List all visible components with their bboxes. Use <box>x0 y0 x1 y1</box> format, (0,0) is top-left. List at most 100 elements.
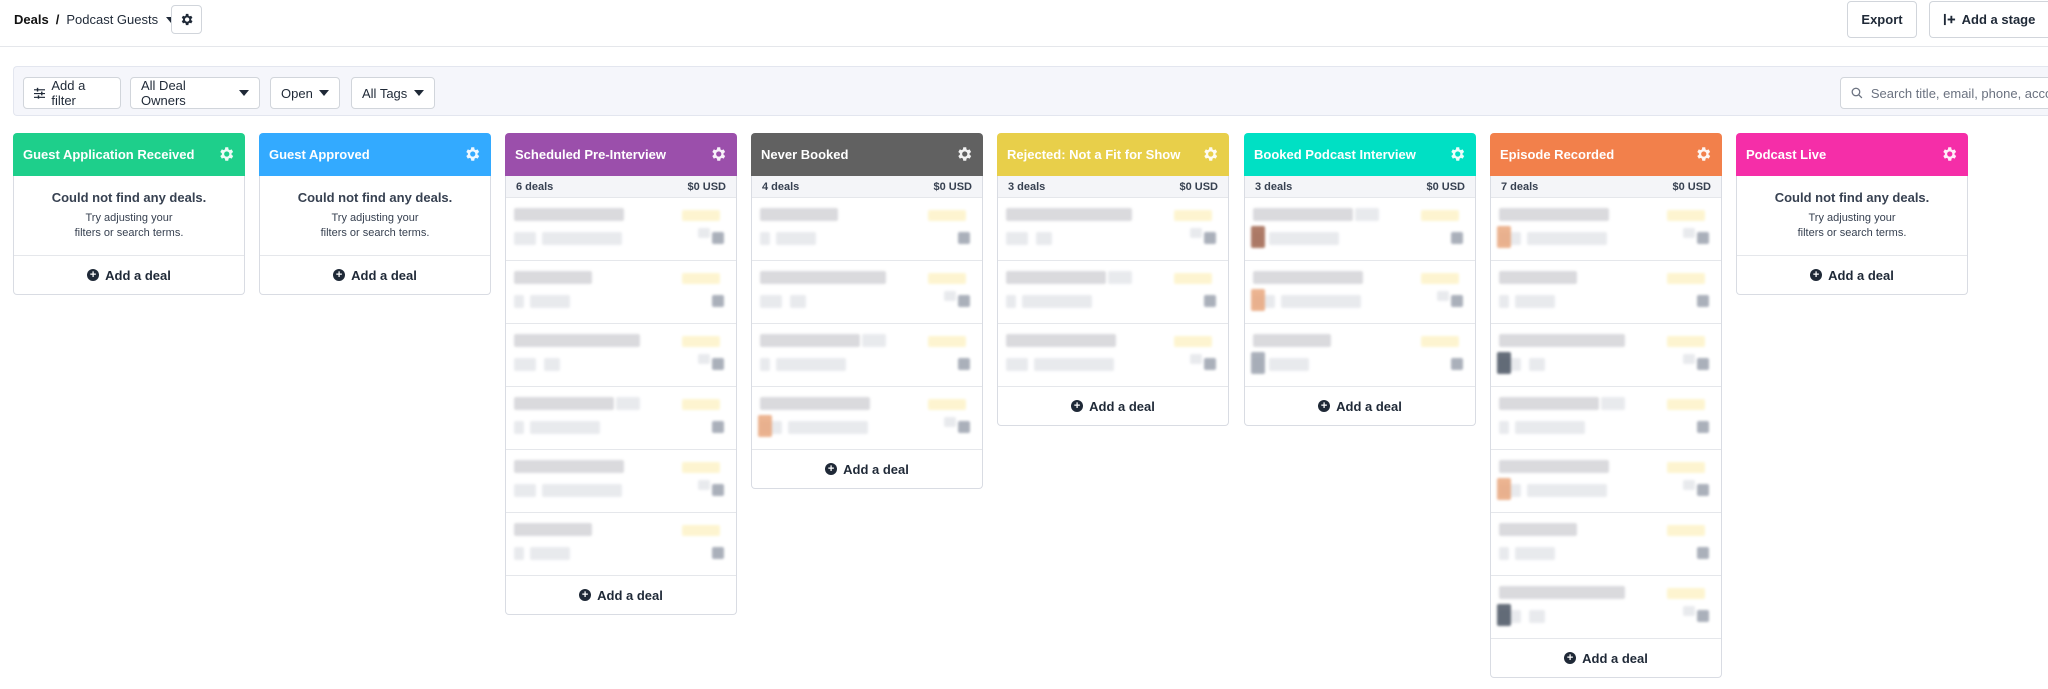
redacted-text <box>776 232 816 245</box>
gear-icon[interactable] <box>709 145 727 166</box>
deal-card[interactable] <box>506 513 736 576</box>
redacted-text <box>1683 228 1695 238</box>
redacted-text <box>1190 228 1202 238</box>
breadcrumb-deals-link[interactable]: Deals <box>14 12 49 27</box>
deal-card[interactable] <box>1245 261 1475 324</box>
stage-stats: 3 deals $0 USD <box>998 176 1228 198</box>
stage-header[interactable]: Scheduled Pre-Interview <box>505 133 737 176</box>
redacted-text <box>760 295 782 308</box>
deal-card[interactable] <box>998 198 1228 261</box>
deal-card[interactable] <box>1491 576 1721 639</box>
add-deal-button[interactable]: + Add a deal <box>752 450 982 488</box>
redacted-text <box>542 484 622 497</box>
status-dropdown[interactable]: Open <box>270 77 340 109</box>
add-stage-button[interactable]: Add a stage <box>1929 1 2048 38</box>
add-deal-button[interactable]: + Add a deal <box>1737 256 1967 294</box>
tags-dropdown[interactable]: All Tags <box>351 77 435 109</box>
redacted-text <box>1499 208 1609 221</box>
gear-icon[interactable] <box>1694 145 1712 166</box>
redacted-text <box>1253 334 1331 347</box>
deal-owners-dropdown[interactable]: All Deal Owners <box>130 77 260 109</box>
redacted-text <box>544 358 560 371</box>
stage-column: Booked Podcast Interview 3 deals $0 USD + Ad… <box>1244 133 1476 426</box>
export-button[interactable]: Export <box>1847 1 1917 38</box>
redacted-text <box>1499 547 1509 560</box>
stage-header[interactable]: Rejected: Not a Fit for Show <box>997 133 1229 176</box>
redacted-text <box>1190 354 1202 364</box>
deal-card[interactable] <box>1491 324 1721 387</box>
add-deal-label: Add a deal <box>843 461 909 477</box>
redacted-text <box>1697 484 1709 496</box>
pipeline-settings-button[interactable] <box>171 5 202 34</box>
deal-card[interactable] <box>506 450 736 513</box>
deal-card[interactable] <box>752 387 982 450</box>
avatar <box>1251 226 1265 248</box>
redacted-text <box>712 358 724 370</box>
search-input[interactable] <box>1870 85 2048 101</box>
stage-stats: 3 deals $0 USD <box>1245 176 1475 198</box>
redacted-text <box>682 399 720 410</box>
redacted-text <box>1697 610 1709 622</box>
redacted-text <box>682 336 720 347</box>
redacted-text <box>1499 397 1599 410</box>
redacted-text <box>712 484 724 496</box>
redacted-text <box>1451 232 1463 244</box>
deal-card[interactable] <box>752 261 982 324</box>
stage-header[interactable]: Never Booked <box>751 133 983 176</box>
stage-header[interactable]: Podcast Live <box>1736 133 1968 176</box>
pipeline-selector[interactable]: Podcast Guests <box>66 12 158 27</box>
deal-card[interactable] <box>1245 324 1475 387</box>
chevron-down-icon <box>239 90 249 96</box>
stage-header[interactable]: Booked Podcast Interview <box>1244 133 1476 176</box>
deal-card[interactable] <box>752 324 982 387</box>
add-deal-button[interactable]: + Add a deal <box>14 256 244 294</box>
redacted-text <box>1499 334 1625 347</box>
add-deal-button[interactable]: + Add a deal <box>998 387 1228 425</box>
redacted-text <box>1006 271 1106 284</box>
add-deal-button[interactable]: + Add a deal <box>260 256 490 294</box>
redacted-text <box>698 354 710 364</box>
add-deal-button[interactable]: + Add a deal <box>506 576 736 614</box>
deal-total: $0 USD <box>933 180 972 193</box>
stage-header[interactable]: Guest Approved <box>259 133 491 176</box>
plus-circle-icon: + <box>825 463 838 475</box>
deal-card[interactable] <box>1491 261 1721 324</box>
add-deal-button[interactable]: + Add a deal <box>1491 639 1721 677</box>
redacted-text <box>928 273 966 284</box>
redacted-text <box>682 210 720 221</box>
redacted-text <box>958 358 970 370</box>
search-box[interactable] <box>1840 77 2048 109</box>
gear-icon[interactable] <box>1940 145 1958 166</box>
deal-card[interactable] <box>998 324 1228 387</box>
deal-card[interactable] <box>1491 198 1721 261</box>
gear-icon[interactable] <box>1448 145 1466 166</box>
deal-card[interactable] <box>506 198 736 261</box>
gear-icon[interactable] <box>217 145 235 166</box>
avatar <box>758 415 772 437</box>
redacted-text <box>514 547 524 560</box>
deal-card[interactable] <box>506 324 736 387</box>
deal-card[interactable] <box>506 261 736 324</box>
deal-card[interactable] <box>1245 198 1475 261</box>
redacted-text <box>514 421 524 434</box>
redacted-text <box>1529 610 1545 623</box>
stage-header[interactable]: Guest Application Received <box>13 133 245 176</box>
add-filter-button[interactable]: Add a filter <box>23 77 121 109</box>
deal-card[interactable] <box>1491 450 1721 513</box>
deal-total: $0 USD <box>1426 180 1465 193</box>
empty-subtitle: Try adjusting your filters or search ter… <box>1797 212 1907 239</box>
gear-icon[interactable] <box>1201 145 1219 166</box>
deal-card[interactable] <box>1491 513 1721 576</box>
redacted-text <box>958 232 970 244</box>
redacted-text <box>530 547 570 560</box>
stage-header[interactable]: Episode Recorded <box>1490 133 1722 176</box>
deal-card[interactable] <box>506 387 736 450</box>
gear-icon[interactable] <box>955 145 973 166</box>
add-deal-button[interactable]: + Add a deal <box>1245 387 1475 425</box>
gear-icon[interactable] <box>463 145 481 166</box>
deal-card[interactable] <box>998 261 1228 324</box>
redacted-text <box>958 295 970 307</box>
deal-card[interactable] <box>1491 387 1721 450</box>
deal-card[interactable] <box>752 198 982 261</box>
redacted-text <box>682 462 720 473</box>
